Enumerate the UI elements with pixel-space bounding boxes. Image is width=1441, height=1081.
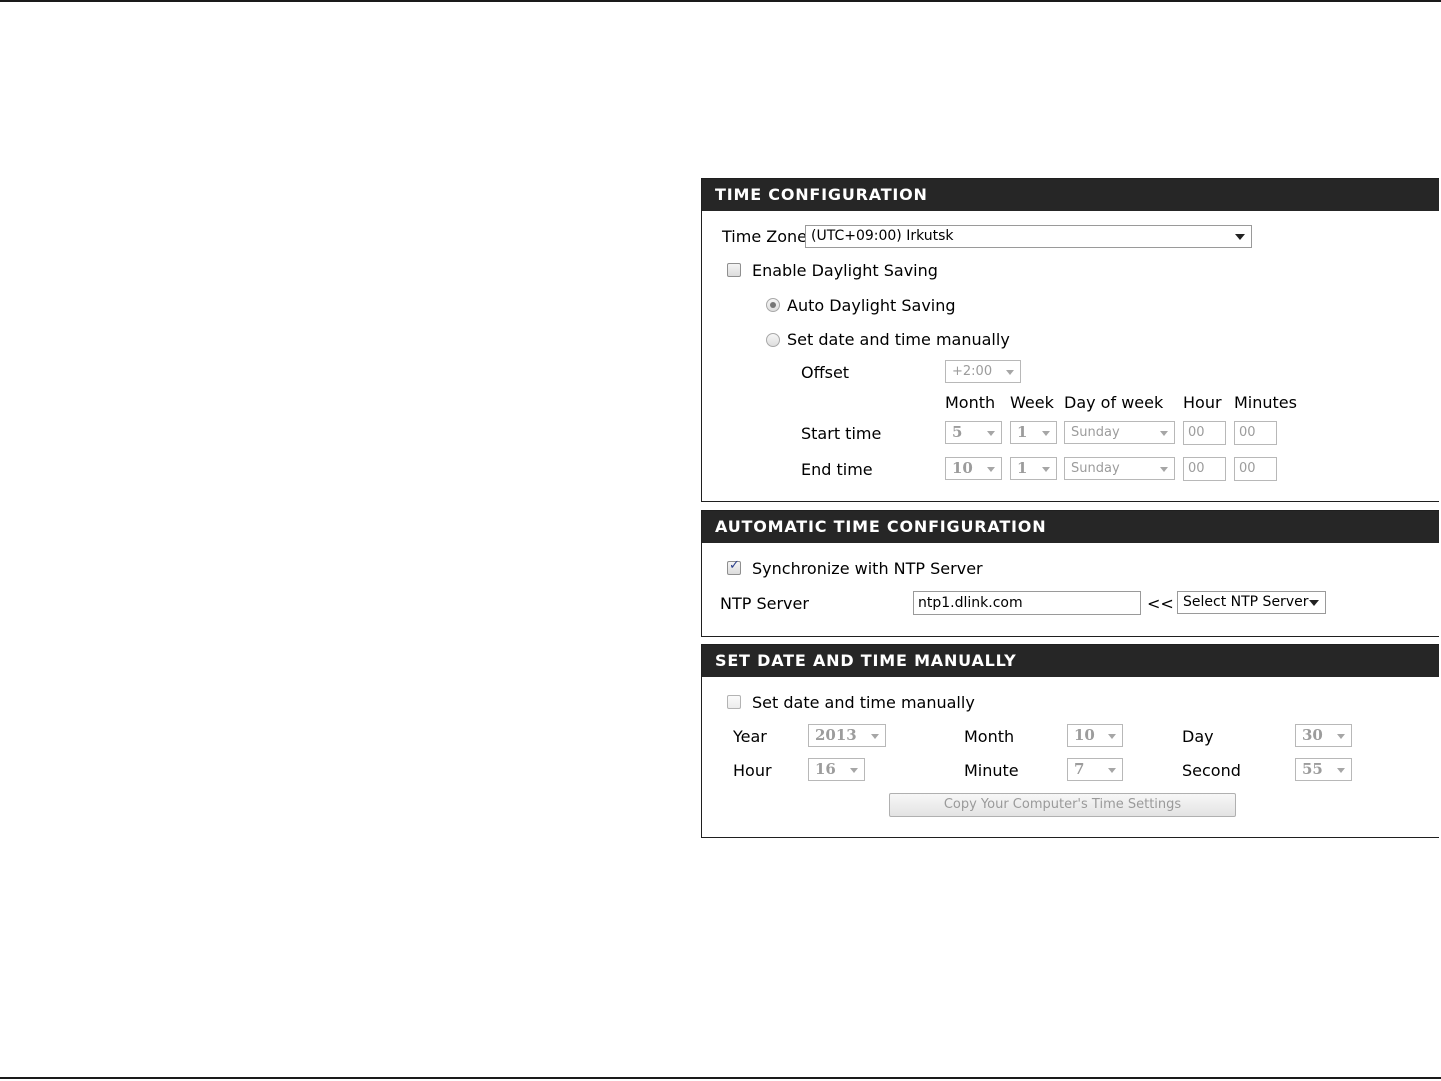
minute-select[interactable]: 7 [1067,758,1123,781]
day-select[interactable]: 30 [1295,724,1352,747]
select-ntp-server-dropdown[interactable]: Select NTP Server [1177,591,1326,614]
year-label: Year [733,727,767,746]
end-day-value: Sunday [1071,461,1120,476]
auto-daylight-saving-label: Auto Daylight Saving [787,296,956,315]
offset-select[interactable]: +2:00 [945,360,1021,383]
end-week-select[interactable]: 1 [1010,457,1057,480]
synchronize-ntp-checkbox[interactable] [727,558,741,575]
set-manually-checkbox[interactable] [727,695,741,709]
column-hour: Hour [1183,393,1222,412]
time-configuration-panel: TIME CONFIGURATION Time Zone (UTC+09:00)… [701,178,1439,502]
hour-select[interactable]: 16 [808,758,865,781]
chevron-down-icon [1108,734,1116,739]
chevron-down-icon [1160,431,1168,436]
chevron-down-icon [1337,734,1345,739]
select-ntp-server-label: Select NTP Server [1183,594,1309,610]
start-day-select[interactable]: Sunday [1064,421,1175,444]
chevron-down-icon [850,768,858,773]
hour-label: Hour [733,761,772,780]
year-value: 2013 [815,726,857,744]
end-week-value: 1 [1017,459,1028,477]
start-day-value: Sunday [1071,425,1120,440]
start-month-value: 5 [952,423,963,441]
time-zone-value: (UTC+09:00) Irkutsk [811,228,954,244]
hour-value: 16 [815,760,836,778]
chevron-down-icon [987,467,995,472]
end-day-select[interactable]: Sunday [1064,457,1175,480]
minute-value: 7 [1074,760,1085,778]
manual-daylight-saving-label: Set date and time manually [787,330,1010,349]
manual-daylight-saving-radio[interactable] [766,333,780,347]
set-manually-label: Set date and time manually [752,693,975,712]
month-label: Month [964,727,1015,746]
day-label: Day [1182,727,1214,746]
chevron-down-icon [1309,600,1319,606]
month-value: 10 [1074,726,1095,744]
auto-daylight-saving-radio[interactable] [766,298,780,312]
chevron-down-icon [1108,768,1116,773]
end-month-select[interactable]: 10 [945,457,1002,480]
chevron-down-icon [1160,467,1168,472]
start-week-value: 1 [1017,423,1028,441]
end-minutes-input[interactable]: 00 [1234,457,1277,481]
end-time-label: End time [801,460,873,479]
day-value: 30 [1302,726,1323,744]
chevron-down-icon [1006,370,1014,375]
chevron-down-icon [1042,431,1050,436]
time-zone-select[interactable]: (UTC+09:00) Irkutsk [805,225,1252,248]
second-select[interactable]: 55 [1295,758,1352,781]
chevron-down-icon [1235,234,1245,240]
offset-value: +2:00 [952,364,993,379]
set-date-time-manually-header: SET DATE AND TIME MANUALLY [702,645,1439,677]
time-configuration-header: TIME CONFIGURATION [702,179,1439,211]
copy-computer-time-button[interactable]: Copy Your Computer's Time Settings [889,793,1236,817]
set-date-time-manually-panel: SET DATE AND TIME MANUALLY Set date and … [701,644,1439,838]
offset-label: Offset [801,363,850,382]
month-select[interactable]: 10 [1067,724,1123,747]
column-minutes: Minutes [1234,393,1297,412]
column-week: Week [1010,393,1054,412]
chevron-down-icon [1042,467,1050,472]
enable-daylight-saving-label: Enable Daylight Saving [752,261,938,280]
second-label: Second [1182,761,1241,780]
second-value: 55 [1302,760,1323,778]
synchronize-ntp-label: Synchronize with NTP Server [752,559,983,578]
enable-daylight-saving-checkbox[interactable] [727,263,741,277]
ntp-arrows: << [1147,594,1174,613]
start-minutes-input[interactable]: 00 [1234,421,1277,445]
ntp-server-label: NTP Server [720,594,809,613]
top-rule [0,0,1441,2]
ntp-server-input[interactable]: ntp1.dlink.com [913,591,1141,615]
end-hour-input[interactable]: 00 [1183,457,1226,481]
start-month-select[interactable]: 5 [945,421,1002,444]
chevron-down-icon [1337,768,1345,773]
start-time-label: Start time [801,424,882,443]
chevron-down-icon [871,734,879,739]
year-select[interactable]: 2013 [808,724,886,747]
end-month-value: 10 [952,459,973,477]
column-month: Month [945,393,996,412]
start-week-select[interactable]: 1 [1010,421,1057,444]
automatic-time-configuration-header: AUTOMATIC TIME CONFIGURATION [702,511,1439,543]
chevron-down-icon [987,431,995,436]
bottom-rule [0,1077,1441,1079]
time-zone-label: Time Zone [722,227,807,246]
automatic-time-configuration-panel: AUTOMATIC TIME CONFIGURATION Synchronize… [701,510,1439,637]
minute-label: Minute [964,761,1019,780]
column-day-of-week: Day of week [1064,393,1164,412]
start-hour-input[interactable]: 00 [1183,421,1226,445]
